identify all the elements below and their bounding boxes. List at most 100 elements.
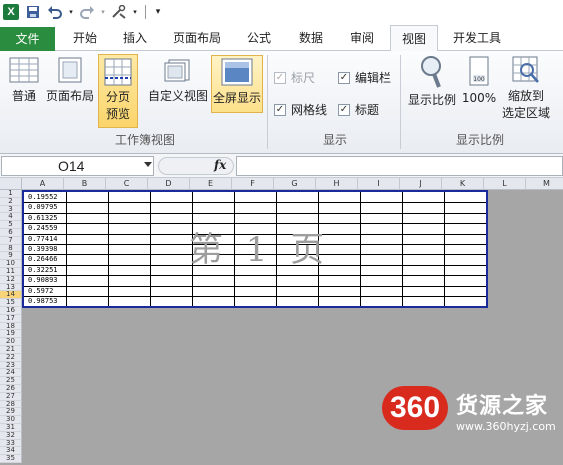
zoom-100-icon: 100 [469,56,489,86]
magnifier-icon [421,56,441,88]
quick-access-toolbar: X ▾ ▾ ▾ ▾ [0,0,563,24]
tools-icon[interactable] [110,3,128,21]
gridlines-label: 网格线 [291,103,328,117]
cell-a11[interactable]: 0.98753 [28,297,58,305]
print-area-page-1[interactable]: 0.19552 0.09795 0.61325 0.24559 0.77414 0.393… [22,190,488,308]
column-header-l[interactable]: L [484,178,526,190]
gridline [24,285,486,287]
redo-icon[interactable] [78,3,96,21]
tab-developer[interactable]: 开发工具 [442,25,512,51]
column-header-j[interactable]: J [400,178,442,190]
cell-a4[interactable]: 0.24559 [28,224,58,232]
cell-a5[interactable]: 0.77414 [28,235,58,243]
full-screen-button[interactable]: 全屏显示 [211,55,263,113]
ruler-checkbox[interactable]: ✓ 标尺 [274,69,315,86]
tab-insert[interactable]: 插入 [110,25,160,51]
column-header-g[interactable]: G [274,178,316,190]
name-box-dropdown-icon[interactable] [144,162,152,167]
tools-dropdown-icon[interactable]: ▾ [132,3,138,21]
custom-views-icon [164,59,190,82]
zoom-group-label: 显示比例 [455,133,504,147]
column-header-k[interactable]: K [442,178,484,190]
cell-a7[interactable]: 0.26466 [28,255,58,263]
row-header-35[interactable]: 35 [0,455,22,463]
headings-check-icon: ✓ [338,103,350,116]
ruler-label: 标尺 [291,71,316,85]
cell-a10[interactable]: 0.5972 [28,287,53,295]
ribbon-view: 普通 页面布局 分页 预览 自定义视图 全屏显示 工作簿视图 ✓ 标尺 ✓ 编辑… [0,51,563,154]
excel-logo-icon: X [2,3,20,21]
toolbar-divider [145,5,146,19]
cell-a8[interactable]: 0.32251 [28,266,58,274]
undo-icon[interactable] [46,3,64,21]
page-break-preview-icon [104,58,132,86]
logo-brand: 货源之家 [456,394,549,419]
column-header-a[interactable]: A [22,178,64,190]
logo-url: www.360hyzj.com [456,420,556,433]
gridline [108,192,109,306]
page-layout-label: 页面布局 [46,89,95,103]
name-box[interactable]: O14 [1,156,154,176]
gridlines-checkbox[interactable]: ✓ 网格线 [274,101,327,118]
page-break-preview-label-line1: 分页 [105,90,130,104]
gridline [444,192,445,306]
full-screen-label: 全屏显示 [212,91,261,105]
zoom-button[interactable]: 显示比例 [406,55,458,115]
formula-bar-checkbox[interactable]: ✓ 编辑栏 [338,69,391,86]
gridline [24,275,486,277]
insert-function-icon[interactable]: fx [214,158,226,172]
column-header-f[interactable]: F [232,178,274,190]
show-group-label: 显示 [322,133,347,147]
zoom-label: 显示比例 [407,93,456,107]
svg-text:100: 100 [473,76,485,83]
tab-review[interactable]: 审阅 [338,25,386,51]
column-header-e[interactable]: E [190,178,232,190]
custom-views-button[interactable]: 自定义视图 [146,57,210,113]
ruler-check-icon: ✓ [274,71,286,84]
page-break-preview-button[interactable]: 分页 预览 [98,54,138,128]
ribbon-tabs: 文件 开始 插入 页面布局 公式 数据 审阅 视图 开发工具 [0,24,563,52]
cell-a6[interactable]: 0.39398 [28,245,58,253]
page-number-watermark: 第 1 页 [189,230,331,270]
cell-a3[interactable]: 0.61325 [28,214,58,222]
customize-toolbar-icon[interactable]: ▾ [149,3,167,21]
full-screen-icon [221,58,253,86]
group-divider [400,55,401,149]
headings-label: 标题 [355,103,380,117]
gridline [402,192,403,306]
column-header-d[interactable]: D [148,178,190,190]
headings-checkbox[interactable]: ✓ 标题 [338,101,379,118]
column-header-i[interactable]: I [358,178,400,190]
column-header-h[interactable]: H [316,178,358,190]
formula-bar-check-icon: ✓ [338,71,350,84]
cell-a1[interactable]: 0.19552 [28,193,58,201]
cell-a2[interactable]: 0.09795 [28,203,58,211]
tab-page-layout[interactable]: 页面布局 [162,25,232,51]
column-header-b[interactable]: B [64,178,106,190]
normal-view-icon [9,57,39,83]
column-header-m[interactable]: M [526,178,563,190]
cell-a9[interactable]: 0.90893 [28,276,58,284]
gridline [24,212,486,214]
tab-view[interactable]: 视图 [390,25,438,52]
tab-file[interactable]: 文件 [0,27,55,51]
custom-views-label: 自定义视图 [147,89,208,103]
column-header-c[interactable]: C [106,178,148,190]
tab-data[interactable]: 数据 [286,25,336,51]
page-layout-view-button[interactable]: 页面布局 [46,57,94,113]
zoom-100-button[interactable]: 100 100% [460,55,498,115]
tab-formulas[interactable]: 公式 [236,25,282,51]
zoom-selection-icon [512,56,539,83]
save-icon[interactable] [24,3,42,21]
zoom-to-selection-button[interactable]: 缩放到 选定区域 [500,55,552,129]
tab-home[interactable]: 开始 [60,25,110,51]
group-divider [267,55,268,149]
undo-dropdown-icon[interactable]: ▾ [68,3,74,21]
gridline [360,192,361,306]
formula-input[interactable] [236,156,563,176]
formula-bar: O14 fx [0,154,563,178]
redo-dropdown-icon[interactable]: ▾ [100,3,106,21]
normal-view-button[interactable]: 普通 [4,57,44,113]
gridline [150,192,151,306]
zoom-100-label: 100% [461,91,497,105]
